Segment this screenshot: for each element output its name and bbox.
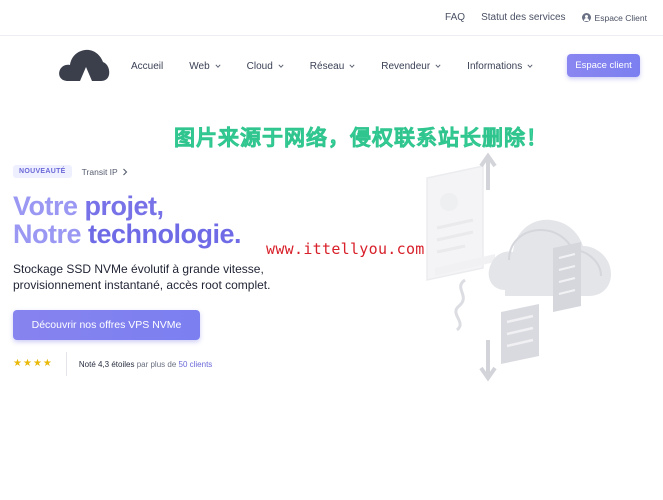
watermark-text: 图片来源于网络，侵权联系站长删除！ [174,127,548,151]
user-circle-icon [581,13,591,22]
hero-subtitle: Stockage SSD NVMe évolutif à grande vite… [13,262,271,292]
cloud-server-illustration [426,152,611,382]
rating-middle: par plus de [134,359,179,369]
rating-score: 4,3 étoiles [98,359,135,369]
transit-ip-label: Transit IP [81,166,118,177]
divider [65,352,67,376]
page: FAQ Statut des services Espace Client Ac… [0,0,663,500]
nav-item-label: Informations [467,60,523,72]
client-area-link[interactable]: Espace Client [574,13,655,23]
star-icon: ★ [32,358,42,369]
star-icon: ★ [22,358,32,369]
nav-item-reseau[interactable]: Réseau [310,61,355,72]
chevron-down-icon [527,64,533,68]
rating-clients-link[interactable]: 50 clients [179,360,213,369]
rating-text: Noté 4,3 étoiles par plus de 50 clients [79,360,212,369]
rating-summary: ★ ★ ★ ★ Noté 4,3 étoiles par plus de 50 … [13,352,212,376]
nav-item-label: Web [189,60,210,72]
nav-item-label: Cloud [246,60,273,72]
nav-item-informations[interactable]: Informations [467,61,533,72]
chevron-right-icon [122,168,127,175]
nav-item-label: Accueil [131,60,164,72]
chevron-down-icon [349,64,355,68]
faq-link[interactable]: FAQ [437,12,473,23]
hero-title-word: technologie. [88,219,242,249]
hero-title-line1: Votre projet, [13,192,241,220]
transit-ip-link[interactable]: Transit IP [82,167,128,177]
client-area-button[interactable]: Espace client [567,54,640,77]
nav-item-label: Réseau [309,60,345,72]
new-badge: NOUVEAUTÉ [13,165,72,178]
chevron-down-icon [215,64,221,68]
star-icon: ★ [13,358,22,369]
star-rating: ★ ★ ★ ★ [13,359,52,369]
main-nav: Accueil Web Cloud Réseau Revendeur Infor… [0,36,663,96]
nav-item-revendeur[interactable]: Revendeur [381,61,441,72]
hero-title-word: projet, [84,191,165,221]
announcement-row: NOUVEAUTÉ Transit IP [13,165,128,178]
nav-item-web[interactable]: Web [189,60,221,72]
star-icon: ★ [42,358,52,369]
chevron-down-icon [435,64,441,68]
nav-items: Accueil Web Cloud Réseau Revendeur Infor… [131,36,559,96]
hero-title: Votre projet, Notre technologie. [13,192,242,249]
vps-offers-button[interactable]: Découvrir nos offres VPS NVMe [13,310,200,340]
rating-prefix: Noté [78,359,98,369]
nav-item-accueil[interactable]: Accueil [131,61,163,72]
nav-item-cloud[interactable]: Cloud [247,61,284,72]
cloud-logo-icon[interactable] [58,48,110,82]
watermark-url: www.ittellyou.com [266,240,425,258]
client-area-label: Espace Client [594,12,647,23]
service-status-link[interactable]: Statut des services [473,12,573,23]
hero-title-word: Votre [13,191,85,221]
chevron-down-icon [278,64,284,68]
hero-title-line2: Notre technologie. [13,219,242,249]
nav-item-label: Revendeur [381,60,431,72]
top-bar: FAQ Statut des services Espace Client [0,0,663,36]
hero-title-word: Notre [13,219,89,249]
